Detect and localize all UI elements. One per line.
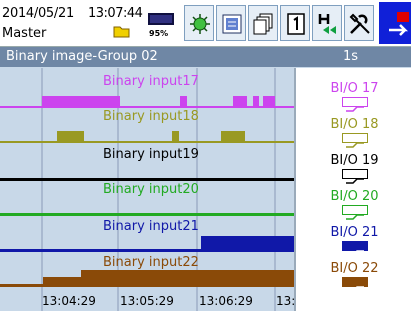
time-axis-label: 13:06:29 <box>199 294 253 308</box>
channel-label: Binary input22 <box>103 255 199 270</box>
message-icon <box>222 14 242 34</box>
channel-tag: BI/O 19 <box>330 153 379 168</box>
binary-off-icon <box>341 97 368 112</box>
channel-label: Binary input19 <box>103 147 199 162</box>
trace-binary-input18 <box>0 131 294 143</box>
channel-item-22[interactable]: BI/O 22 <box>296 261 411 292</box>
channel-item-18[interactable]: BI/O 18 <box>296 117 411 148</box>
title-bar: Binary image-Group 02 1s <box>0 47 411 67</box>
channel-label: Binary input18 <box>103 109 199 124</box>
time-axis-label: 13: <box>276 294 296 308</box>
time-axis-label: 13:04:29 <box>42 294 96 308</box>
channel-tag: BI/O 18 <box>330 117 379 132</box>
channel-label: Binary input20 <box>103 182 199 197</box>
time-display: 13:07:44 <box>88 6 143 21</box>
channel-tag: BI/O 22 <box>330 261 379 276</box>
trace-binary-input21 <box>0 236 294 252</box>
historical-icon <box>318 14 336 34</box>
scan-rate: 1s <box>343 49 359 64</box>
message-button[interactable] <box>216 5 246 41</box>
folder-icon <box>113 26 130 38</box>
page-one-icon <box>287 13 305 35</box>
trace-binary-input17 <box>0 96 294 108</box>
alarm-button[interactable] <box>184 5 214 41</box>
settings-icon <box>349 13 370 34</box>
time-axis-label: 13:05:29 <box>120 294 174 308</box>
binary-off-icon <box>341 133 368 148</box>
channel-item-17[interactable]: BI/O 17 <box>296 81 411 112</box>
channel-panel: BI/O 17 BI/O 18 BI/O 19 BI/O 20 BI/O 21 … <box>294 68 411 311</box>
binary-on-icon <box>341 277 368 292</box>
channel-tag: BI/O 20 <box>330 189 379 204</box>
channel-label: Binary input17 <box>103 74 199 89</box>
multi-panel-icon <box>253 13 273 35</box>
group-title: Binary image-Group 02 <box>6 49 158 64</box>
channel-tag: BI/O 17 <box>330 81 379 96</box>
user-name: Master <box>2 26 47 41</box>
channel-item-19[interactable]: BI/O 19 <box>296 153 411 184</box>
channel-item-20[interactable]: BI/O 20 <box>296 189 411 220</box>
binary-off-icon <box>341 205 368 220</box>
channel-tag: BI/O 21 <box>330 225 379 240</box>
binary-trend-chart[interactable]: Binary input17 Binary input18 Binary inp… <box>0 68 294 311</box>
alarm-icon <box>190 14 210 34</box>
binary-on-icon <box>341 241 368 256</box>
display-switch-button[interactable] <box>379 2 411 44</box>
status-bar: 2014/05/21 13:07:44 Master 95% <box>0 0 411 47</box>
channel-label: Binary input21 <box>103 219 199 234</box>
date-display: 2014/05/21 <box>2 6 74 21</box>
trace-binary-input20 <box>0 213 294 216</box>
settings-button[interactable] <box>344 5 374 41</box>
page-button[interactable] <box>280 5 310 41</box>
channel-item-21[interactable]: BI/O 21 <box>296 225 411 256</box>
binary-off-icon <box>341 169 368 184</box>
historical-button[interactable] <box>312 5 342 41</box>
multi-panel-button[interactable] <box>248 5 278 41</box>
trace-binary-input19 <box>0 178 294 181</box>
display-switch-icon <box>389 12 409 36</box>
media-usage: 95% <box>149 29 169 38</box>
trace-binary-input22 <box>0 270 294 287</box>
